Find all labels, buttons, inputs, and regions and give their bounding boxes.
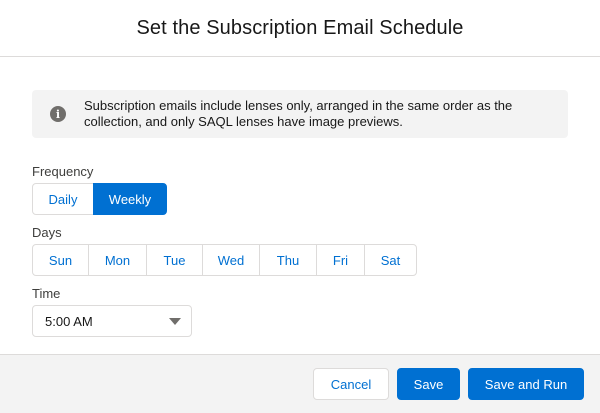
- frequency-daily-button[interactable]: Daily: [32, 183, 94, 215]
- info-text: Subscription emails include lenses only,…: [84, 98, 513, 129]
- day-sun-button[interactable]: Sun: [32, 244, 89, 276]
- days-label: Days: [32, 225, 62, 240]
- day-fri-button[interactable]: Fri: [316, 244, 365, 276]
- time-label: Time: [32, 286, 61, 301]
- day-wed-button[interactable]: Wed: [202, 244, 260, 276]
- chevron-down-icon: [169, 317, 181, 325]
- save-and-run-button[interactable]: Save and Run: [468, 368, 584, 400]
- info-banner: i Subscription emails include lenses onl…: [32, 90, 568, 138]
- frequency-button-group: Daily Weekly: [32, 183, 568, 215]
- time-select[interactable]: 5:00 AM: [32, 305, 192, 337]
- frequency-group: Frequency Daily Weekly: [32, 164, 568, 215]
- frequency-weekly-button[interactable]: Weekly: [93, 183, 167, 215]
- frequency-label: Frequency: [32, 164, 94, 179]
- dialog-footer: Cancel Save Save and Run: [0, 354, 600, 413]
- days-group: Days Sun Mon Tue Wed Thu Fri Sat: [32, 225, 568, 276]
- days-button-group: Sun Mon Tue Wed Thu Fri Sat: [32, 244, 568, 276]
- day-mon-button[interactable]: Mon: [88, 244, 147, 276]
- day-tue-button[interactable]: Tue: [146, 244, 203, 276]
- cancel-button[interactable]: Cancel: [313, 368, 389, 400]
- day-sat-button[interactable]: Sat: [364, 244, 417, 276]
- info-icon: i: [50, 106, 66, 122]
- subscription-schedule-dialog: Set the Subscription Email Schedule i Su…: [0, 0, 600, 413]
- day-thu-button[interactable]: Thu: [259, 244, 317, 276]
- time-group: Time 5:00 AM: [32, 286, 568, 337]
- dialog-title: Set the Subscription Email Schedule: [136, 16, 464, 39]
- dialog-header: Set the Subscription Email Schedule: [0, 0, 600, 57]
- time-value: 5:00 AM: [45, 313, 93, 329]
- save-button[interactable]: Save: [397, 368, 460, 400]
- dialog-body: i Subscription emails include lenses onl…: [0, 57, 600, 337]
